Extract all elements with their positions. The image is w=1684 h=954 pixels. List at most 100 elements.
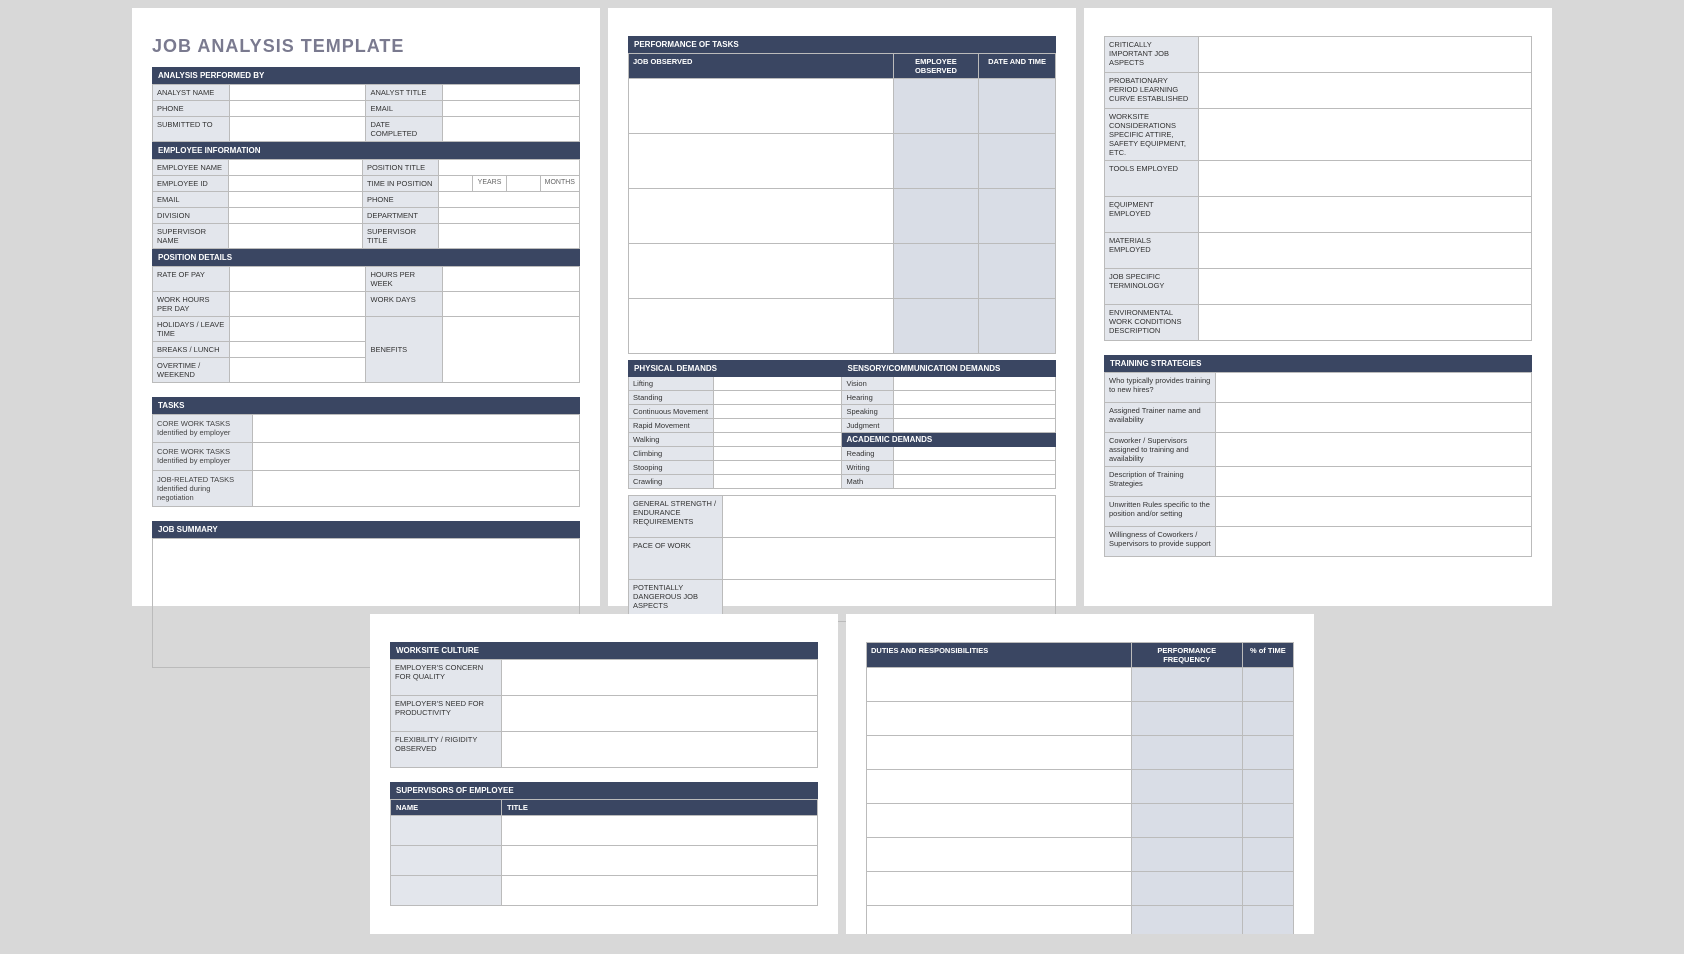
field-vision[interactable] [893, 377, 1055, 391]
obs-cell[interactable] [629, 299, 894, 354]
field-date-completed[interactable] [443, 117, 580, 142]
field-quality[interactable] [502, 660, 818, 696]
pct-cell[interactable] [1242, 838, 1293, 872]
field-department[interactable] [439, 208, 580, 224]
obs-cell[interactable] [629, 134, 894, 189]
field-pace-of-work[interactable] [722, 538, 1055, 580]
field-writing[interactable] [893, 461, 1055, 475]
field-equipment[interactable] [1198, 197, 1531, 233]
obs-date[interactable] [979, 299, 1056, 354]
field-breaks-lunch[interactable] [229, 342, 366, 358]
obs-date[interactable] [979, 79, 1056, 134]
field-analyst-title[interactable] [443, 85, 580, 101]
field-core-tasks-1[interactable] [253, 415, 580, 443]
field-worksite[interactable] [1198, 109, 1531, 161]
field-assigned-trainer[interactable] [1216, 403, 1532, 433]
duty-cell[interactable] [867, 770, 1132, 804]
field-phone2[interactable] [439, 192, 580, 208]
field-analyst-name[interactable] [229, 85, 366, 101]
field-probationary[interactable] [1198, 73, 1531, 109]
field-crawling[interactable] [714, 475, 842, 489]
field-rapid[interactable] [714, 419, 842, 433]
duty-cell[interactable] [867, 872, 1132, 906]
field-work-hours-per-day[interactable] [229, 292, 366, 317]
field-months[interactable] [507, 176, 541, 192]
field-speaking[interactable] [893, 405, 1055, 419]
freq-cell[interactable] [1131, 906, 1242, 935]
field-willingness[interactable] [1216, 527, 1532, 557]
field-reading[interactable] [893, 447, 1055, 461]
field-general-strength[interactable] [722, 496, 1055, 538]
field-supervisor-title[interactable] [439, 224, 580, 249]
field-who-provides[interactable] [1216, 373, 1532, 403]
sup-name-cell[interactable] [391, 876, 502, 906]
obs-date[interactable] [979, 189, 1056, 244]
field-submitted-to[interactable] [229, 117, 366, 142]
field-tools[interactable] [1198, 161, 1531, 197]
pct-cell[interactable] [1242, 906, 1293, 935]
field-materials[interactable] [1198, 233, 1531, 269]
duty-cell[interactable] [867, 736, 1132, 770]
field-continuous[interactable] [714, 405, 842, 419]
pct-cell[interactable] [1242, 668, 1293, 702]
field-core-tasks-2[interactable] [253, 443, 580, 471]
field-phone[interactable] [229, 101, 366, 117]
freq-cell[interactable] [1131, 770, 1242, 804]
field-standing[interactable] [714, 391, 842, 405]
field-stooping[interactable] [714, 461, 842, 475]
freq-cell[interactable] [1131, 736, 1242, 770]
sup-title-cell[interactable] [502, 816, 818, 846]
pct-cell[interactable] [1242, 804, 1293, 838]
duty-cell[interactable] [867, 668, 1132, 702]
field-flexibility[interactable] [502, 732, 818, 768]
duty-cell[interactable] [867, 838, 1132, 872]
field-hours-per-week[interactable] [443, 267, 580, 292]
field-critically[interactable] [1198, 37, 1531, 73]
obs-emp[interactable] [893, 244, 978, 299]
freq-cell[interactable] [1131, 872, 1242, 906]
pct-cell[interactable] [1242, 702, 1293, 736]
field-email2[interactable] [229, 192, 363, 208]
field-productivity[interactable] [502, 696, 818, 732]
pct-cell[interactable] [1242, 736, 1293, 770]
field-email[interactable] [443, 101, 580, 117]
field-climbing[interactable] [714, 447, 842, 461]
field-overtime-weekend[interactable] [229, 358, 366, 383]
field-position-title[interactable] [439, 160, 580, 176]
duty-cell[interactable] [867, 906, 1132, 935]
sup-name-cell[interactable] [391, 816, 502, 846]
field-judgment[interactable] [893, 419, 1055, 433]
field-walking[interactable] [714, 433, 842, 447]
freq-cell[interactable] [1131, 668, 1242, 702]
field-division[interactable] [229, 208, 363, 224]
obs-date[interactable] [979, 134, 1056, 189]
field-employee-name[interactable] [229, 160, 363, 176]
obs-emp[interactable] [893, 189, 978, 244]
pct-cell[interactable] [1242, 872, 1293, 906]
field-math[interactable] [893, 475, 1055, 489]
sup-title-cell[interactable] [502, 876, 818, 906]
sup-name-cell[interactable] [391, 846, 502, 876]
field-coworker[interactable] [1216, 433, 1532, 467]
obs-emp[interactable] [893, 299, 978, 354]
obs-emp[interactable] [893, 134, 978, 189]
duty-cell[interactable] [867, 702, 1132, 736]
field-hearing[interactable] [893, 391, 1055, 405]
field-unwritten[interactable] [1216, 497, 1532, 527]
pct-cell[interactable] [1242, 770, 1293, 804]
obs-date[interactable] [979, 244, 1056, 299]
field-lifting[interactable] [714, 377, 842, 391]
freq-cell[interactable] [1131, 838, 1242, 872]
obs-cell[interactable] [629, 79, 894, 134]
field-employee-id[interactable] [229, 176, 363, 192]
field-description[interactable] [1216, 467, 1532, 497]
field-holidays-leave[interactable] [229, 317, 366, 342]
obs-cell[interactable] [629, 189, 894, 244]
field-work-days[interactable] [443, 292, 580, 317]
field-terminology[interactable] [1198, 269, 1531, 305]
sup-title-cell[interactable] [502, 846, 818, 876]
freq-cell[interactable] [1131, 702, 1242, 736]
field-environmental[interactable] [1198, 305, 1531, 341]
field-benefits[interactable] [443, 317, 580, 383]
duty-cell[interactable] [867, 804, 1132, 838]
